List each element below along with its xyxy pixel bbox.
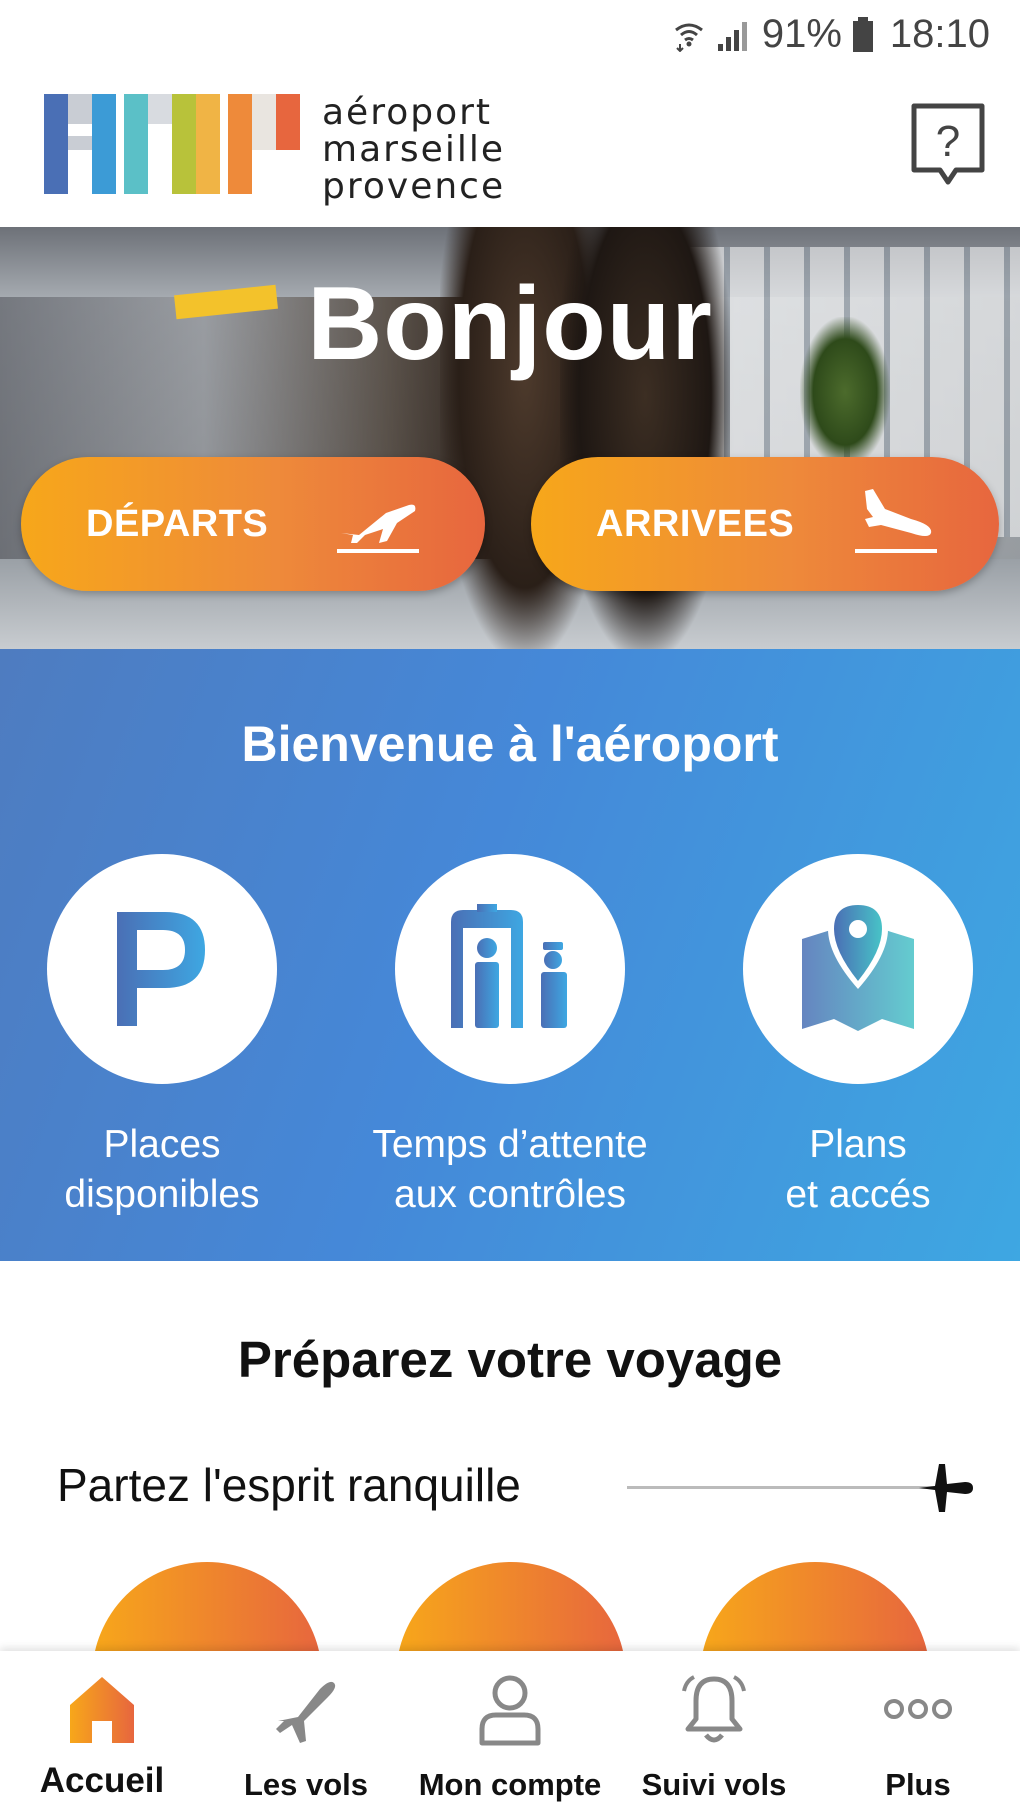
welcome-section: Bienvenue à l'aéroport Places disponible…: [0, 649, 1020, 1261]
nav-label-more: Plus: [885, 1767, 951, 1802]
hero-banner: Bonjour DÉPARTS ARRIVEES: [0, 227, 1020, 649]
nav-item-more[interactable]: Plus: [816, 1651, 1020, 1813]
clock: 18:10: [889, 12, 990, 56]
nav-label-flights: Les vols: [243, 1767, 369, 1802]
nav-item-account[interactable]: Mon compte: [408, 1651, 612, 1813]
logo-line-2: marseille: [322, 129, 505, 170]
arrivals-button[interactable]: ARRIVEES: [531, 457, 999, 591]
welcome-title: Bienvenue à l'aéroport: [241, 716, 779, 772]
nav-item-flights[interactable]: Les vols: [204, 1651, 408, 1813]
help-bubble-icon[interactable]: ?: [908, 100, 988, 192]
service-maps-line2: et accés: [785, 1173, 931, 1216]
status-bar: 91% 18:10: [0, 0, 1020, 72]
nav-item-tracking[interactable]: Suivi vols: [612, 1651, 816, 1813]
security-check-icon: [451, 904, 567, 1028]
map-pin-icon: [802, 899, 914, 1031]
service-maps[interactable]: Plans et accés: [688, 854, 1020, 1220]
departures-button[interactable]: DÉPARTS: [21, 457, 485, 591]
service-parking-circle: [47, 854, 277, 1084]
amp-logo[interactable]: aéroport marseille provence: [44, 94, 505, 205]
nav-label-account: Mon compte: [418, 1767, 602, 1802]
nav-item-home[interactable]: Accueil: [0, 1651, 204, 1813]
service-maps-line1: Plans: [809, 1123, 907, 1166]
prepare-title: Préparez votre voyage: [237, 1331, 783, 1388]
battery-percent: 91%: [761, 12, 842, 56]
service-parking-line1: Places: [103, 1123, 221, 1166]
signal-icon: [717, 21, 747, 51]
nav-label-tracking: Suivi vols: [641, 1767, 787, 1802]
service-parking[interactable]: Places disponibles: [0, 854, 332, 1220]
battery-icon: [852, 16, 873, 52]
amp-logo-mark: [44, 94, 300, 194]
wifi-icon: [674, 23, 703, 52]
prepare-row[interactable]: Partez l'esprit ranquille: [57, 1458, 977, 1528]
logo-line-3: provence: [322, 166, 506, 207]
service-wait-times-line1: Temps d’attente: [372, 1123, 648, 1166]
bottom-navigation: Accueil Les vols Mon compte Suivi vols P…: [0, 1651, 1020, 1813]
prepare-subtitle: Partez l'esprit ranquille: [57, 1459, 521, 1511]
plane-icon: [919, 1464, 973, 1512]
departures-label: DÉPARTS: [86, 502, 269, 545]
more-icon: [884, 1699, 952, 1719]
landing-icon: [855, 489, 937, 553]
home-icon: [70, 1677, 134, 1743]
logo-wordmark: aéroport marseille provence: [322, 94, 505, 205]
arrivals-label: ARRIVEES: [596, 502, 795, 545]
service-parking-line2: disponibles: [64, 1173, 260, 1216]
parking-icon: [117, 912, 205, 1026]
app-screen: 91% 18:10 aéroport marseille provence ? …: [0, 0, 1020, 1813]
svg-text:?: ?: [936, 117, 960, 166]
app-header: aéroport marseille provence ?: [0, 72, 1020, 227]
takeoff-icon: [337, 504, 419, 553]
logo-line-1: aéroport: [322, 92, 493, 133]
plane-icon: [276, 1681, 336, 1743]
nav-label-home: Accueil: [39, 1761, 165, 1800]
service-wait-times[interactable]: Temps d’attente aux contrôles: [340, 854, 680, 1220]
hero-greeting: Bonjour: [307, 266, 713, 382]
service-wait-times-line2: aux contrôles: [394, 1173, 626, 1216]
service-wait-times-circle: [395, 854, 625, 1084]
user-icon: [479, 1675, 541, 1746]
service-maps-circle: [743, 854, 973, 1084]
bell-icon: [682, 1675, 746, 1743]
